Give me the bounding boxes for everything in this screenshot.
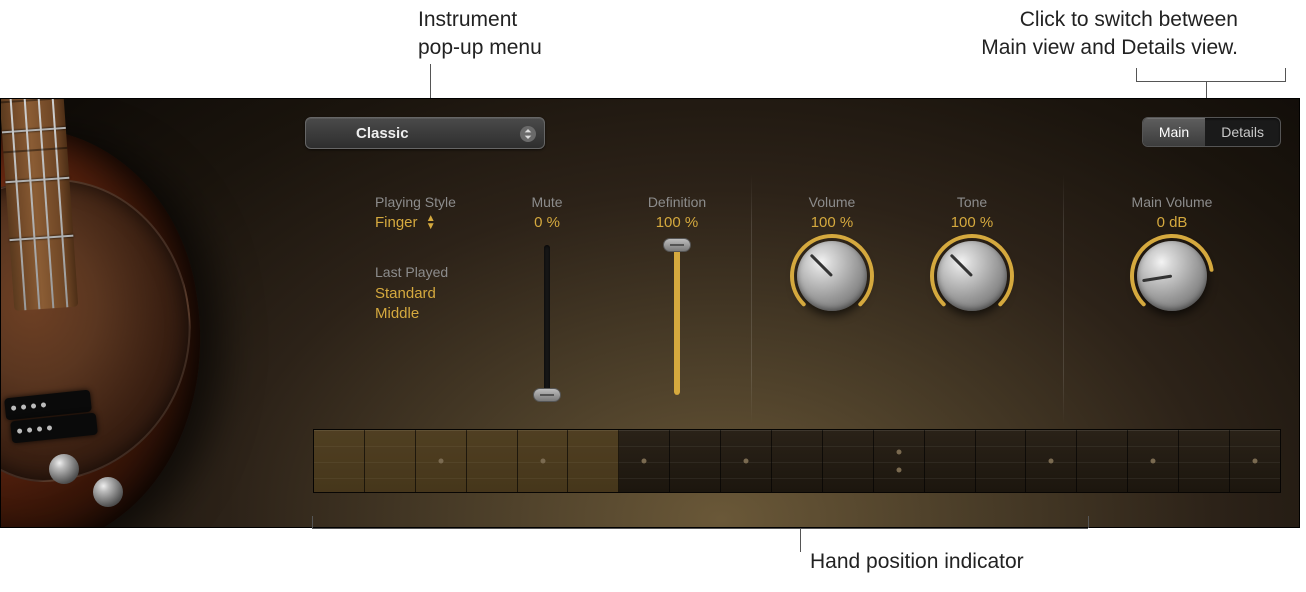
callout-view-switch: Click to switch between Main view and De… bbox=[981, 6, 1238, 63]
callout-hand-position: Hand position indicator bbox=[810, 548, 1024, 576]
updown-icon: ▲▼ bbox=[426, 215, 436, 231]
tone-group: Tone 100 % bbox=[927, 194, 1017, 311]
slider-thumb[interactable] bbox=[533, 388, 561, 402]
callout-line bbox=[800, 528, 801, 552]
fret-cell[interactable] bbox=[568, 430, 619, 492]
volume-group: Volume 100 % bbox=[787, 194, 877, 311]
fret-cell[interactable] bbox=[365, 430, 416, 492]
playing-style-selector[interactable]: Finger ▲▼ bbox=[375, 214, 485, 231]
fret-cell[interactable] bbox=[823, 430, 874, 492]
instrument-panel: Classic Main Details Playing Style Finge… bbox=[0, 98, 1300, 528]
instrument-artwork bbox=[0, 98, 261, 528]
parameters-area: Playing Style Finger ▲▼ Last Played Stan… bbox=[375, 194, 1269, 434]
hand-position-indicator[interactable] bbox=[313, 429, 1281, 493]
definition-value: 100 % bbox=[627, 214, 727, 231]
playing-style-label: Playing Style bbox=[375, 194, 485, 210]
fret-cell[interactable] bbox=[416, 430, 467, 492]
instrument-popup-menu[interactable]: Classic bbox=[305, 117, 545, 149]
definition-group: Definition 100 % bbox=[627, 194, 727, 395]
main-volume-knob[interactable] bbox=[1137, 241, 1207, 311]
tone-label: Tone bbox=[927, 194, 1017, 210]
slider-thumb[interactable] bbox=[663, 238, 691, 252]
fret-cell[interactable] bbox=[721, 430, 772, 492]
tone-value: 100 % bbox=[927, 214, 1017, 231]
fret-cell[interactable] bbox=[1230, 430, 1280, 492]
fret-cell[interactable] bbox=[976, 430, 1027, 492]
definition-slider[interactable] bbox=[674, 245, 680, 395]
last-played-value: Standard Middle bbox=[375, 284, 515, 323]
fret-cell[interactable] bbox=[518, 430, 569, 492]
fret-cell[interactable] bbox=[1077, 430, 1128, 492]
fret-cell[interactable] bbox=[314, 430, 365, 492]
fret-cell[interactable] bbox=[925, 430, 976, 492]
playing-style-value: Finger bbox=[375, 214, 418, 231]
fret-cell[interactable] bbox=[670, 430, 721, 492]
mute-group: Mute 0 % bbox=[507, 194, 587, 395]
instrument-popup-label: Classic bbox=[356, 125, 409, 142]
mute-label: Mute bbox=[507, 194, 587, 210]
callout-line bbox=[312, 516, 313, 528]
last-played-group: Last Played Standard Middle bbox=[375, 264, 515, 323]
callout-instrument-popup: Instrument pop-up menu bbox=[418, 6, 542, 63]
view-details-button[interactable]: Details bbox=[1205, 118, 1280, 146]
fret-cell[interactable] bbox=[467, 430, 518, 492]
volume-knob[interactable] bbox=[797, 241, 867, 311]
fret-cell[interactable] bbox=[1179, 430, 1230, 492]
view-switch: Main Details bbox=[1142, 117, 1281, 147]
volume-label: Volume bbox=[787, 194, 877, 210]
volume-value: 100 % bbox=[787, 214, 877, 231]
callout-bracket bbox=[312, 528, 1088, 529]
fret-cell[interactable] bbox=[619, 430, 670, 492]
fret-cell[interactable] bbox=[772, 430, 823, 492]
fret-cell[interactable] bbox=[874, 430, 925, 492]
main-volume-group: Main Volume 0 dB bbox=[1117, 194, 1227, 311]
main-volume-label: Main Volume bbox=[1117, 194, 1227, 210]
mute-slider[interactable] bbox=[544, 245, 550, 395]
view-main-button[interactable]: Main bbox=[1143, 118, 1205, 146]
main-volume-value: 0 dB bbox=[1117, 214, 1227, 231]
playing-style-group: Playing Style Finger ▲▼ bbox=[375, 194, 485, 231]
fret-cell[interactable] bbox=[1128, 430, 1179, 492]
definition-label: Definition bbox=[627, 194, 727, 210]
mute-value: 0 % bbox=[507, 214, 587, 231]
fret-cell[interactable] bbox=[1026, 430, 1077, 492]
callout-line bbox=[1088, 516, 1089, 528]
callout-bracket bbox=[1136, 68, 1286, 82]
last-played-label: Last Played bbox=[375, 264, 515, 280]
tone-knob[interactable] bbox=[937, 241, 1007, 311]
popup-updown-icon bbox=[520, 126, 536, 142]
